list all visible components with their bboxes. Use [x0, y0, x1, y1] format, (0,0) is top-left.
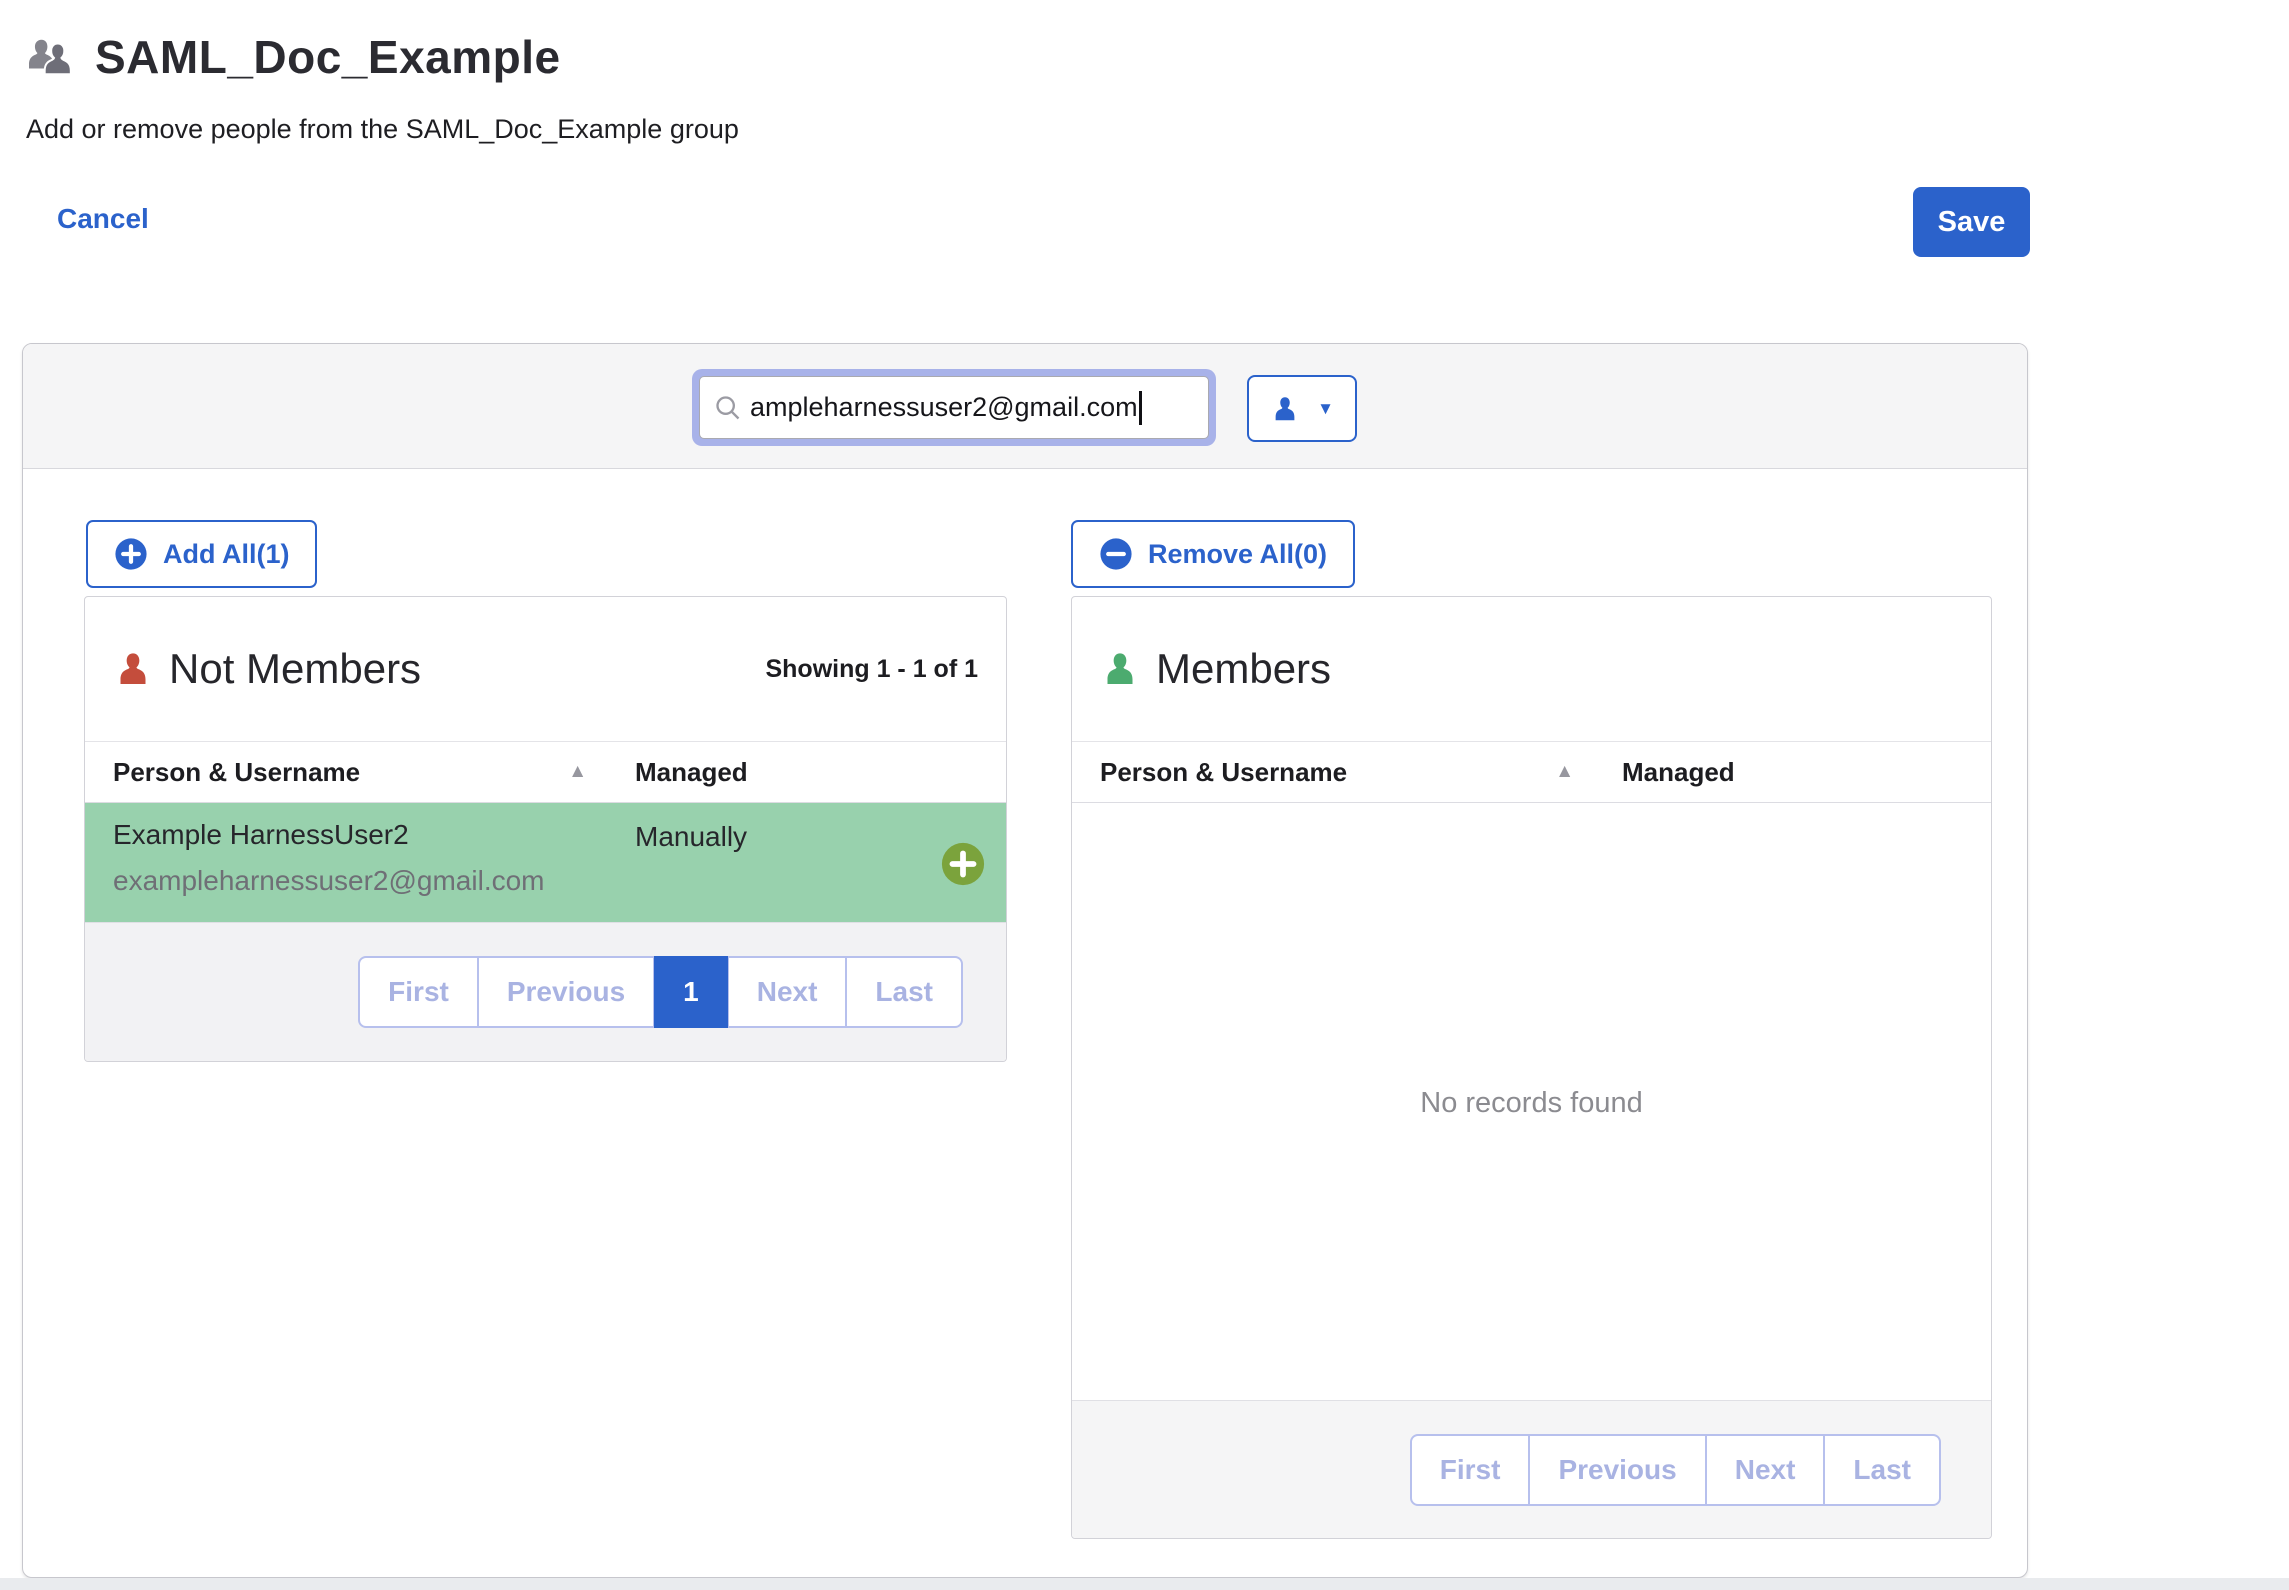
add-all-button[interactable]: Add All(1): [86, 520, 317, 588]
pagination-first-button[interactable]: First: [358, 956, 478, 1028]
members-column-headers: Person & Username ▲ Managed: [1072, 741, 1991, 803]
pagination-page-1-button[interactable]: 1: [654, 956, 728, 1028]
add-all-label: Add All(1): [163, 539, 289, 570]
members-card: Members Person & Username ▲ Managed No r…: [1071, 596, 1992, 1539]
not-members-card: Not Members Showing 1 - 1 of 1 Person & …: [84, 596, 1007, 1062]
person-username: exampleharnessuser2@gmail.com: [113, 865, 545, 897]
page-title: SAML_Doc_Example: [95, 30, 561, 84]
plus-circle-icon: [114, 537, 148, 571]
page-actions: Cancel Save: [0, 187, 2289, 259]
person-name: Example HarnessUser2: [113, 819, 409, 851]
sort-asc-icon[interactable]: ▲: [568, 761, 587, 783]
search-focus-ring: ampleharnessuser2@gmail.com: [692, 369, 1216, 446]
membership-panel: ampleharnessuser2@gmail.com ▼: [22, 343, 2028, 1578]
search-toolbar: ampleharnessuser2@gmail.com ▼: [23, 344, 2027, 469]
column-person-username[interactable]: Person & Username: [1100, 757, 1347, 788]
search-icon: [714, 394, 742, 422]
page-header: SAML_Doc_Example: [0, 0, 2289, 84]
column-managed[interactable]: Managed: [1622, 757, 1735, 788]
pagination-next-button[interactable]: Next: [728, 956, 847, 1028]
pagination-previous-button[interactable]: Previous: [1529, 1434, 1705, 1506]
person-icon: [1270, 394, 1300, 424]
members-title: Members: [1156, 645, 1331, 693]
members-empty-state: No records found: [1072, 803, 1991, 1403]
pagination-last-button[interactable]: Last: [846, 956, 963, 1028]
sort-asc-icon[interactable]: ▲: [1555, 761, 1574, 783]
search-input-value: ampleharnessuser2@gmail.com: [750, 392, 1138, 423]
members-footer: First Previous Next Last: [1072, 1400, 1991, 1538]
pagination-next-button[interactable]: Next: [1706, 1434, 1825, 1506]
managed-value: Manually: [635, 819, 747, 925]
minus-circle-icon: [1099, 537, 1133, 571]
not-members-header: Not Members Showing 1 - 1 of 1: [85, 597, 1006, 741]
group-membership-page: SAML_Doc_Example Add or remove people fr…: [0, 0, 2289, 1590]
panel-body: Add All(1) Remove All(0): [23, 469, 2027, 1578]
table-row[interactable]: Example HarnessUser2 exampleharnessuser2…: [85, 803, 1006, 925]
not-members-pagination: First Previous 1 Next Last: [358, 956, 963, 1028]
column-managed[interactable]: Managed: [635, 757, 748, 788]
showing-count: Showing 1 - 1 of 1: [765, 655, 978, 684]
column-person-username[interactable]: Person & Username: [113, 757, 360, 788]
person-icon-green: [1100, 649, 1140, 689]
add-person-button[interactable]: [940, 841, 986, 887]
caret-down-icon: ▼: [1317, 400, 1334, 417]
members-header: Members: [1072, 597, 1991, 741]
page-bottom-strip: [0, 1578, 2289, 1590]
cancel-link[interactable]: Cancel: [57, 203, 149, 235]
search-input[interactable]: ampleharnessuser2@gmail.com: [699, 376, 1209, 439]
page-subtitle: Add or remove people from the SAML_Doc_E…: [26, 114, 2289, 145]
text-cursor: [1139, 391, 1142, 425]
not-members-column-headers: Person & Username ▲ Managed: [85, 741, 1006, 803]
group-icon: [25, 34, 79, 80]
remove-all-button[interactable]: Remove All(0): [1071, 520, 1355, 588]
search-filter-dropdown[interactable]: ▼: [1247, 375, 1357, 442]
not-members-title: Not Members: [169, 645, 421, 693]
save-button[interactable]: Save: [1913, 187, 2030, 257]
remove-all-label: Remove All(0): [1148, 539, 1327, 570]
members-pagination: First Previous Next Last: [1410, 1434, 1941, 1506]
no-records-text: No records found: [1420, 1087, 1642, 1120]
person-icon-red: [113, 649, 153, 689]
pagination-first-button[interactable]: First: [1410, 1434, 1530, 1506]
pagination-previous-button[interactable]: Previous: [478, 956, 654, 1028]
not-members-footer: First Previous 1 Next Last: [85, 922, 1006, 1061]
pagination-last-button[interactable]: Last: [1824, 1434, 1941, 1506]
